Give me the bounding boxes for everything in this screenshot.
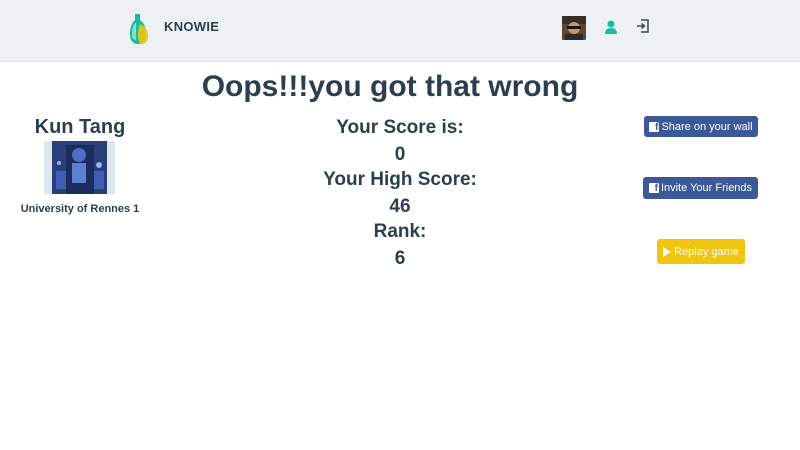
player-name: Kun Tang bbox=[34, 116, 126, 138]
facebook-icon: f bbox=[648, 183, 659, 194]
player-photo bbox=[44, 141, 115, 194]
logout-icon[interactable] bbox=[636, 18, 650, 34]
profile-icon[interactable] bbox=[604, 19, 618, 35]
brand-name[interactable]: KNOWIE bbox=[164, 19, 219, 34]
share-button-label: Share on your wall bbox=[661, 120, 753, 133]
high-score-value: 46 bbox=[389, 196, 411, 217]
replay-button-label: Replay game bbox=[674, 245, 739, 258]
share-on-wall-button[interactable]: f Share on your wall bbox=[644, 116, 758, 137]
user-avatar[interactable] bbox=[562, 16, 586, 40]
score-label: Your Score is: bbox=[336, 117, 464, 138]
high-score-label: Your High Score: bbox=[323, 169, 477, 190]
replay-game-button[interactable]: Replay game bbox=[657, 239, 745, 264]
play-icon bbox=[663, 246, 672, 257]
knowie-logo-icon[interactable] bbox=[126, 12, 152, 46]
player-university: University of Rennes 1 bbox=[20, 203, 140, 215]
invite-button-label: Invite Your Friends bbox=[660, 182, 753, 194]
game-result-page: KNOWIE Oops!!!you got that wrong Kun Tan… bbox=[0, 0, 800, 450]
top-nav-bar: KNOWIE bbox=[0, 0, 800, 62]
facebook-icon: f bbox=[649, 121, 660, 132]
rank-label: Rank: bbox=[373, 221, 427, 242]
rank-value: 6 bbox=[394, 248, 406, 269]
result-headline: Oops!!!you got that wrong bbox=[201, 70, 579, 103]
invite-friends-button[interactable]: f Invite Your Friends bbox=[643, 177, 758, 199]
score-value: 0 bbox=[394, 144, 406, 165]
